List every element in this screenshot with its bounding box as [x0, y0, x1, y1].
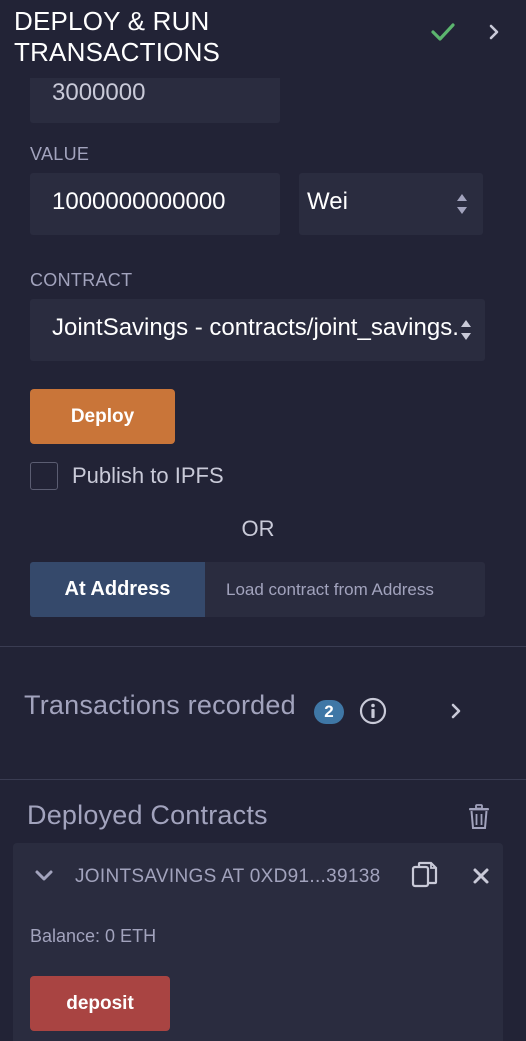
transactions-count-badge: 2 — [314, 700, 344, 724]
panel-header: DEPLOY & RUN TRANSACTIONS — [0, 0, 526, 78]
divider — [0, 779, 526, 780]
chevron-down-icon[interactable] — [34, 869, 54, 883]
balance-text: Balance: 0 ETH — [30, 926, 157, 946]
deposit-button[interactable]: deposit — [30, 976, 170, 1031]
divider — [0, 646, 526, 647]
panel-title: DEPLOY & RUN TRANSACTIONS — [14, 6, 221, 67]
contract-select-value: JointSavings - contracts/joint_savings.s… — [52, 314, 457, 341]
chevron-right-icon[interactable] — [486, 22, 502, 42]
deployed-contract-instance: JOINTSAVINGS AT 0XD91...39138 ( Balance:… — [13, 843, 503, 1041]
contract-label: CONTRACT — [30, 270, 133, 290]
instance-name[interactable]: JOINTSAVINGS AT 0XD91...39138 ( — [75, 866, 385, 888]
publish-ipfs-label: Publish to IPFS — [72, 463, 224, 488]
close-icon[interactable] — [472, 867, 490, 885]
load-address-input[interactable] — [205, 562, 485, 617]
deploy-button[interactable]: Deploy — [30, 389, 175, 444]
chevron-right-icon[interactable] — [449, 702, 463, 720]
at-address-button[interactable]: At Address — [30, 562, 205, 617]
updown-arrows-icon — [457, 194, 467, 214]
value-input[interactable]: 1000000000000 — [30, 173, 280, 235]
info-icon[interactable] — [359, 697, 387, 725]
or-separator: OR — [241, 516, 275, 541]
unit-select[interactable]: Wei — [299, 173, 483, 235]
contract-select[interactable]: JointSavings - contracts/joint_savings.s… — [30, 299, 485, 361]
publish-ipfs-checkbox[interactable] — [30, 462, 58, 490]
trash-icon[interactable] — [468, 804, 490, 830]
transactions-recorded-label[interactable]: Transactions recorded — [24, 690, 296, 721]
copy-icon[interactable] — [411, 861, 439, 891]
gas-limit-value: 3000000 — [52, 79, 146, 106]
value-amount: 1000000000000 — [52, 188, 226, 215]
check-icon — [431, 23, 455, 41]
value-label: VALUE — [30, 144, 90, 164]
deployed-contracts-title: Deployed Contracts — [27, 800, 268, 830]
unit-select-value: Wei — [307, 188, 348, 215]
updown-arrows-icon — [461, 320, 471, 340]
